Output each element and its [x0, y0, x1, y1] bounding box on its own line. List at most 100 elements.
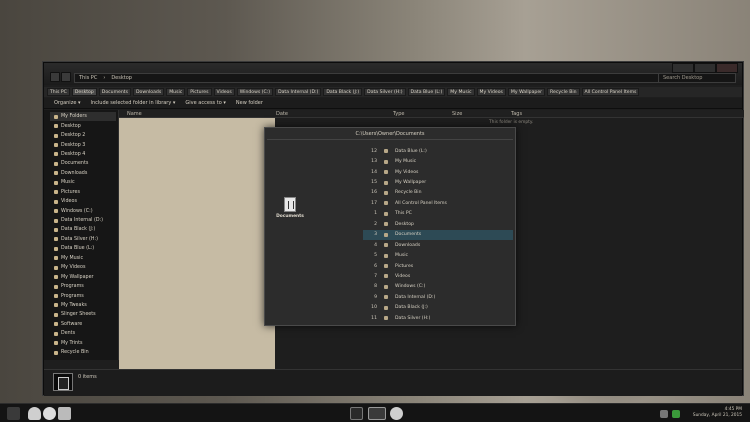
- sidebar-item[interactable]: Dents: [54, 329, 118, 338]
- item-icon: [384, 201, 388, 206]
- jump-list-item[interactable]: 16 Recycle Bin: [363, 188, 513, 198]
- folder-icon: [54, 180, 58, 185]
- maximize-button[interactable]: [694, 63, 716, 73]
- folder-icon: [54, 190, 58, 195]
- details-pane: 0 items: [44, 369, 742, 396]
- jump-list-item[interactable]: 4 Downloads: [363, 240, 513, 250]
- sidebar-item[interactable]: Slinger Sheets: [54, 310, 118, 319]
- system-clock[interactable]: 4:45 PM Sunday, April 21, 2015: [693, 407, 742, 419]
- browser-icon[interactable]: [390, 407, 403, 420]
- close-button[interactable]: [716, 63, 738, 73]
- sidebar-item[interactable]: Music: [54, 178, 118, 187]
- address-segment-1[interactable]: Desktop: [111, 75, 132, 81]
- give-access-button[interactable]: Give access to ▾: [185, 100, 225, 106]
- column-type[interactable]: Type: [393, 111, 404, 117]
- sidebar-item[interactable]: Data Internal (D:): [54, 216, 118, 225]
- tray-status-icon[interactable]: [672, 410, 680, 418]
- jump-list-item[interactable]: 12 Data Blue (L:): [363, 146, 513, 156]
- favorite-item[interactable]: Recycle Bin: [547, 88, 580, 96]
- include-in-library-button[interactable]: Include selected folder in library ▾: [91, 100, 176, 106]
- favorite-item[interactable]: Videos: [213, 88, 235, 96]
- forward-button[interactable]: [61, 72, 71, 82]
- minimize-button[interactable]: [672, 63, 694, 73]
- search-input[interactable]: Search Desktop: [658, 73, 736, 83]
- sidebar-item[interactable]: My Tweaks: [54, 301, 118, 310]
- explorer-taskbar-icon[interactable]: [350, 407, 363, 420]
- favorite-item[interactable]: Desktop: [71, 88, 97, 96]
- sidebar-item-label: Data Silver (H:): [61, 236, 98, 242]
- column-size[interactable]: Size: [452, 111, 462, 117]
- sidebar-item[interactable]: Data Black (J:): [54, 225, 118, 234]
- new-folder-button[interactable]: New folder: [236, 100, 263, 106]
- start-icon[interactable]: [7, 407, 20, 420]
- jump-list-item[interactable]: 10 Data Black (J:): [363, 303, 513, 313]
- network-icon[interactable]: [660, 410, 668, 418]
- column-date[interactable]: Date: [276, 111, 288, 117]
- jump-list-item[interactable]: 5 Music: [363, 250, 513, 260]
- jump-list-item[interactable]: 8 Windows (C:): [363, 282, 513, 292]
- sidebar-item[interactable]: Desktop 2: [54, 131, 118, 140]
- address-segment-0[interactable]: This PC: [79, 75, 97, 81]
- sidebar-item[interactable]: Recycle Bin: [54, 348, 118, 357]
- sidebar-item[interactable]: Desktop 4: [54, 150, 118, 159]
- sidebar-item[interactable]: My Wallpaper: [54, 272, 118, 281]
- folder-icon: [54, 246, 58, 251]
- active-window-taskbar-icon[interactable]: [368, 407, 386, 420]
- sidebar-item[interactable]: My Trints: [54, 339, 118, 348]
- sidebar-item-label: Software: [61, 321, 83, 327]
- jump-list-item[interactable]: 7 Videos: [363, 271, 513, 281]
- jump-list-popup: C:\Users\Owner\Documents Documents 12 Dat…: [264, 127, 516, 326]
- back-button[interactable]: [50, 72, 60, 82]
- sidebar-item[interactable]: Documents: [54, 159, 118, 168]
- favorite-item[interactable]: My Wallpaper: [507, 88, 546, 96]
- documents-folder-icon[interactable]: Documents: [273, 197, 307, 219]
- favorite-item[interactable]: My Music: [447, 88, 475, 96]
- favorite-item[interactable]: Data Silver (H:): [364, 88, 406, 96]
- jump-list-item[interactable]: 14 My Videos: [363, 167, 513, 177]
- sidebar-item[interactable]: Data Blue (L:): [54, 244, 118, 253]
- jump-list-label: Desktop: [395, 221, 414, 227]
- sidebar-item[interactable]: Software: [54, 320, 118, 329]
- sidebar-item[interactable]: Windows (C:): [54, 206, 118, 215]
- jump-list-item[interactable]: 2 Desktop: [363, 219, 513, 229]
- column-name[interactable]: Name: [127, 111, 142, 117]
- favorite-item[interactable]: Downloads: [132, 88, 165, 96]
- sidebar-item[interactable]: My Videos: [54, 263, 118, 272]
- clock-icon[interactable]: [43, 407, 56, 420]
- jump-list-item[interactable]: 3 Documents: [363, 229, 513, 240]
- favorite-item[interactable]: Data Black (J:): [323, 88, 363, 96]
- trash-icon[interactable]: [58, 407, 71, 420]
- sidebar-item[interactable]: Desktop: [54, 121, 118, 130]
- jump-list-item[interactable]: 13 My Music: [363, 156, 513, 166]
- favorite-item[interactable]: Windows (C:): [236, 88, 274, 96]
- sidebar-item[interactable]: Pictures: [54, 188, 118, 197]
- jump-list-item[interactable]: 9 Data Internal (D:): [363, 292, 513, 302]
- address-bar[interactable]: This PC › Desktop: [74, 73, 682, 83]
- user-icon[interactable]: [28, 407, 41, 420]
- jump-list-item[interactable]: 15 My Wallpaper: [363, 177, 513, 187]
- organize-button[interactable]: Organize ▾: [54, 100, 81, 106]
- sidebar-item[interactable]: My Folders: [50, 112, 116, 122]
- sidebar-item[interactable]: Desktop 3: [54, 140, 118, 149]
- sidebar-item[interactable]: Videos: [54, 197, 118, 206]
- jump-list-item[interactable]: 11 Data Silver (H:): [363, 313, 513, 323]
- column-tags[interactable]: Tags: [511, 111, 522, 117]
- sidebar-item[interactable]: Downloads: [54, 169, 118, 178]
- sidebar-item[interactable]: Programs: [54, 282, 118, 291]
- favorite-item[interactable]: Music: [166, 88, 186, 96]
- favorite-item[interactable]: Data Blue (L:): [407, 88, 446, 96]
- favorite-item[interactable]: My Videos: [476, 88, 506, 96]
- jump-list-item[interactable]: 6 Pictures: [363, 261, 513, 271]
- jump-list-number: 7: [374, 273, 377, 279]
- sidebar-item[interactable]: My Music: [54, 254, 118, 263]
- jump-list-item[interactable]: 17 All Control Panel Items: [363, 198, 513, 208]
- favorite-item[interactable]: Documents: [98, 88, 131, 96]
- sidebar-item[interactable]: Programs: [54, 291, 118, 300]
- favorite-item[interactable]: This PC: [47, 88, 70, 96]
- sidebar-item[interactable]: Data Silver (H:): [54, 235, 118, 244]
- favorite-item[interactable]: All Control Panel Items: [581, 88, 640, 96]
- favorite-item[interactable]: Pictures: [187, 88, 212, 96]
- jump-list-item[interactable]: 1 This PC: [363, 209, 513, 219]
- item-icon: [384, 190, 388, 195]
- favorite-item[interactable]: Data Internal (D:): [275, 88, 322, 96]
